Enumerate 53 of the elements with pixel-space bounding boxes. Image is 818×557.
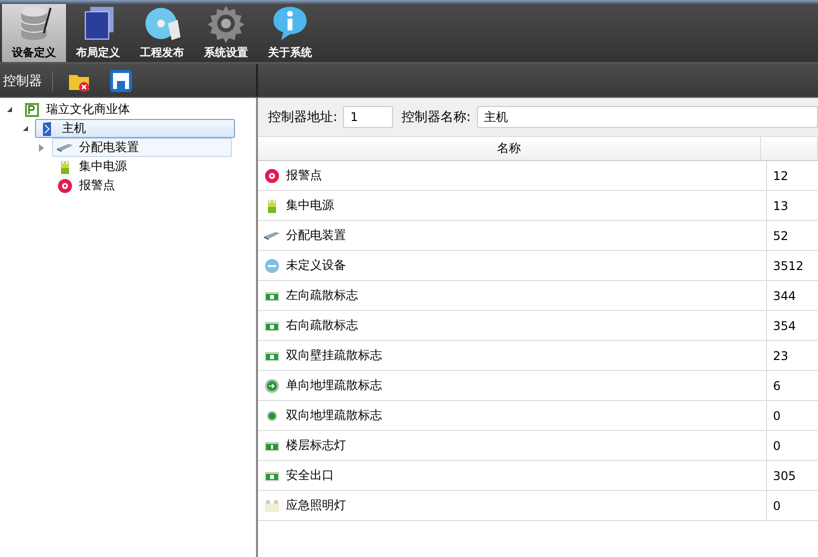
tree-item[interactable]: 瑞立文化商业体 (19, 100, 135, 119)
name-field[interactable]: 主机 (476, 106, 818, 128)
table-cell: 单向地埋疏散标志 (286, 377, 382, 394)
table-cell: 集中电源 (286, 197, 334, 214)
table-cell-text: 354 (772, 318, 797, 334)
circle-icon (264, 258, 280, 274)
table-cell: 报警点 (286, 167, 322, 184)
lamp-icon (264, 498, 280, 514)
toolbar-tab[interactable]: 设备定义 (2, 4, 66, 62)
device-icon (57, 144, 73, 152)
toolbar-tab[interactable]: 关于系统 (258, 4, 322, 62)
table-cell-text: 3512 (772, 258, 805, 274)
table-cell: 右向疏散标志 (286, 317, 358, 334)
gear-icon (206, 4, 246, 43)
table-cell: 双向壁挂疏散标志 (286, 347, 382, 364)
panel-title: 控制器 (2, 72, 42, 90)
alarm-icon (57, 178, 73, 194)
save-icon (109, 68, 133, 92)
table-cell-text: 12 (772, 168, 790, 184)
table-cell: 双向地埋疏散标志 (286, 407, 382, 424)
table-cell-text: 52 (772, 228, 790, 244)
column-header: 名称 (258, 137, 761, 160)
tree-item[interactable]: 集中电源 (52, 157, 132, 176)
field-label: 控制器地址: (268, 109, 338, 126)
table-cell: 左向疏散标志 (286, 287, 358, 304)
table-cell-text: 23 (772, 348, 790, 364)
table-cell: 未定义设备 (286, 257, 346, 274)
alarm-icon (264, 168, 280, 184)
toolbar-tab[interactable]: 系统设置 (194, 4, 258, 62)
tree-item[interactable]: 报警点 (52, 176, 120, 195)
table-cell-text: 305 (772, 468, 797, 484)
table-cell-text: 13 (772, 198, 790, 214)
table-cell: 应急照明灯 (286, 497, 346, 514)
table-cell: 安全出口 (286, 467, 334, 484)
collapse-arrow-icon[interactable] (23, 126, 28, 131)
toolbar-tab[interactable]: 工程发布 (130, 4, 194, 62)
table-cell: 楼层标志灯 (286, 437, 346, 454)
table-cell-text: 344 (772, 288, 797, 304)
device-icon (264, 232, 280, 240)
table-cell-text: 0 (772, 498, 782, 514)
table-cell: 分配电装置 (286, 227, 346, 244)
table-cell-text: 0 (772, 438, 782, 454)
table-cell-text: 6 (772, 378, 782, 394)
collapse-arrow-icon[interactable] (7, 107, 12, 112)
toolbar-tab[interactable]: 布局定义 (66, 4, 130, 62)
table-cell-text: 0 (772, 408, 782, 424)
field-label: 控制器名称: (401, 109, 471, 126)
expand-arrow-icon[interactable] (39, 144, 44, 152)
tree-item[interactable]: 主机 (35, 119, 235, 138)
tree-item[interactable]: 分配电装置 (52, 138, 232, 157)
arrow-circle-icon (264, 378, 280, 394)
address-field[interactable]: 1 (343, 106, 394, 128)
site-icon (24, 102, 40, 118)
